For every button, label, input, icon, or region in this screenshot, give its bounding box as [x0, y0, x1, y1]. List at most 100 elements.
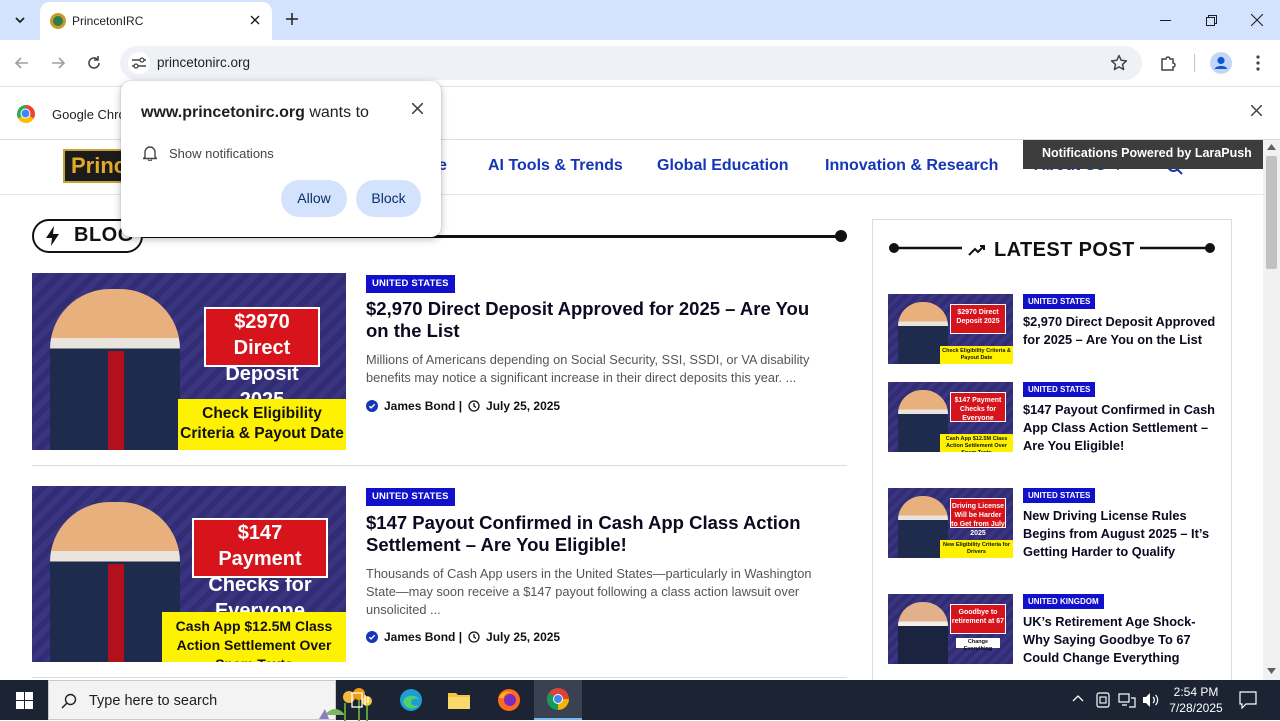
article-thumbnail[interactable]: $2970 Direct Deposit 2025 Check Eligibil…: [32, 273, 346, 450]
reload-icon: [88, 56, 100, 69]
minimize-button[interactable]: [1153, 8, 1177, 32]
article-author[interactable]: James Bond |: [384, 399, 462, 413]
profile-button[interactable]: [1209, 51, 1233, 75]
thumbnail-red-caption: $147 Payment Checks for Everyone: [950, 392, 1006, 422]
dialog-close-button[interactable]: [412, 103, 423, 114]
volume-icon[interactable]: [1142, 692, 1160, 708]
category-badge[interactable]: UNITED STATES: [1023, 488, 1096, 503]
infobar-close-button[interactable]: [1251, 105, 1262, 116]
sidebar-post-thumbnail[interactable]: $147 Payment Checks for Everyone Cash Ap…: [888, 382, 1013, 452]
extensions-button[interactable]: [1156, 51, 1180, 75]
taskbar-clock[interactable]: 2:54 PM 7/28/2025: [1166, 684, 1226, 716]
browser-titlebar: PrincetonIRC: [0, 0, 1280, 40]
tab-search-button[interactable]: [8, 8, 32, 32]
profile-icon: [1210, 52, 1232, 74]
clock-date: 7/28/2025: [1169, 701, 1223, 715]
close-icon: [250, 15, 260, 25]
nav-link-global-education[interactable]: Global Education: [657, 157, 789, 175]
thumbnail-red-caption: Driving License Will be Harder to Get fr…: [950, 498, 1006, 537]
article-excerpt: Millions of Americans depending on Socia…: [366, 352, 810, 385]
category-badge[interactable]: UNITED STATES: [1023, 294, 1096, 309]
page-scrollbar[interactable]: [1263, 140, 1280, 680]
close-icon: [1251, 14, 1263, 26]
start-button[interactable]: [0, 680, 48, 720]
thumbnail-yellow-caption: Check Eligibility Criteria & Payout Date: [178, 399, 346, 450]
browser-menu-button[interactable]: [1246, 51, 1270, 75]
scrollbar-thumb[interactable]: [1266, 156, 1277, 269]
toolbar-divider: [1194, 54, 1195, 72]
nav-link-innovation[interactable]: Innovation & Research: [825, 157, 998, 175]
thumbnail-red-caption: Goodbye to retirement at 67: [950, 604, 1006, 634]
thumbnail-red-caption: $2970 Direct Deposit 2025: [204, 307, 320, 411]
article-author[interactable]: James Bond |: [384, 630, 462, 644]
url-text[interactable]: princetonirc.org: [157, 55, 250, 70]
tab-title: PrincetonIRC: [72, 14, 144, 28]
file-explorer-taskbar-button[interactable]: [435, 680, 483, 720]
sidebar-post-thumbnail[interactable]: Driving License Will be Harder to Get fr…: [888, 488, 1013, 558]
nav-link-ai-tools[interactable]: AI Tools & Trends: [488, 157, 623, 175]
more-vertical-icon: [1256, 55, 1260, 71]
dialog-origin: www.princetonirc.org: [141, 104, 305, 121]
chrome-logo-icon: [17, 105, 35, 123]
thumbnail-yellow-caption: Change Everything: [956, 638, 1000, 652]
sidebar-post-title[interactable]: New Driving License Rules Begins from Au…: [1023, 507, 1218, 561]
edge-taskbar-button[interactable]: [387, 680, 435, 720]
task-view-button[interactable]: [336, 680, 384, 720]
address-bar[interactable]: princetonirc.org: [120, 46, 1142, 80]
browser-tab[interactable]: PrincetonIRC: [40, 2, 272, 40]
bookmark-button[interactable]: [1110, 54, 1128, 72]
chevron-up-icon[interactable]: [1072, 694, 1084, 702]
category-badge[interactable]: UNITED STATES: [366, 275, 455, 293]
thumbnail-yellow-caption: Cash App $12.5M Class Action Settlement …: [940, 434, 1013, 452]
site-info-button[interactable]: [128, 52, 150, 74]
sidebar-post-title[interactable]: UK’s Retirement Age Shock- Why Saying Go…: [1023, 613, 1218, 667]
sidebar-post-title[interactable]: $2,970 Direct Deposit Approved for 2025 …: [1023, 313, 1218, 349]
back-button[interactable]: [10, 51, 34, 75]
category-badge[interactable]: UNITED KINGDOM: [1023, 594, 1104, 609]
article-thumbnail[interactable]: $147 Payment Checks for Everyone Cash Ap…: [32, 486, 346, 662]
network-icon[interactable]: [1118, 692, 1136, 708]
article-title[interactable]: $2,970 Direct Deposit Approved for 2025 …: [366, 298, 836, 342]
thumbnail-red-caption: $2970 Direct Deposit 2025: [950, 304, 1006, 334]
latest-post-heading-text: LATEST POST: [994, 239, 1135, 261]
plus-icon: [286, 13, 298, 25]
notifications-icon[interactable]: [1239, 691, 1257, 709]
scroll-up-icon[interactable]: [1267, 144, 1276, 150]
chrome-icon: [547, 688, 569, 710]
sidebar-post-title[interactable]: $147 Payout Confirmed in Cash App Class …: [1023, 401, 1218, 455]
tune-icon: [132, 57, 146, 69]
verified-icon: [366, 400, 378, 412]
taskbar-search-placeholder: Type here to search: [89, 693, 218, 709]
allow-button[interactable]: Allow: [281, 180, 347, 217]
larapush-brand: LaraPush: [1194, 146, 1252, 160]
new-tab-button[interactable]: [282, 9, 302, 29]
chrome-taskbar-button[interactable]: [534, 680, 582, 720]
close-window-button[interactable]: [1245, 8, 1269, 32]
article-divider: [32, 465, 847, 466]
firefox-taskbar-button[interactable]: [485, 680, 533, 720]
taskbar-search[interactable]: Type here to search: [48, 680, 372, 721]
restore-icon: [1205, 14, 1217, 26]
thumbnail-yellow-caption: Cash App $12.5M Class Action Settlement …: [162, 612, 346, 662]
category-badge[interactable]: UNITED STATES: [1023, 382, 1096, 397]
scroll-down-icon[interactable]: [1267, 668, 1276, 674]
close-tab-button[interactable]: [246, 11, 264, 29]
close-icon: [1251, 105, 1262, 116]
device-icon[interactable]: [1096, 692, 1110, 708]
arrow-left-icon: [14, 57, 28, 69]
article-title[interactable]: $147 Payout Confirmed in Cash App Class …: [366, 512, 836, 556]
forward-button[interactable]: [46, 51, 70, 75]
firefox-icon: [498, 689, 520, 711]
reload-button[interactable]: [82, 51, 106, 75]
sidebar-post-thumbnail[interactable]: Goodbye to retirement at 67 Change Every…: [888, 594, 1013, 664]
person-image: [898, 602, 948, 664]
restore-button[interactable]: [1199, 8, 1223, 32]
site-favicon-icon: [50, 13, 66, 29]
dialog-title-suffix: wants to: [309, 104, 369, 121]
block-button[interactable]: Block: [356, 180, 421, 217]
edge-icon: [400, 689, 422, 711]
sidebar-post-thumbnail[interactable]: $2970 Direct Deposit 2025 Check Eligibil…: [888, 294, 1013, 364]
verified-icon: [366, 631, 378, 643]
category-badge[interactable]: UNITED STATES: [366, 488, 455, 506]
permission-label: Show notifications: [169, 146, 274, 161]
